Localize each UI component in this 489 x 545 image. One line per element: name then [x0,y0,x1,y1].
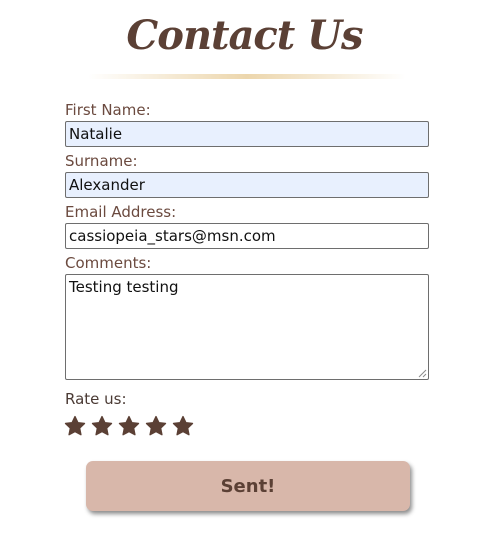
resize-grip-icon[interactable] [418,369,427,378]
comments-label: Comments: [65,254,152,272]
star-rating[interactable] [64,415,194,439]
rating-label: Rate us: [65,390,127,408]
star-icon[interactable] [118,415,140,437]
first-name-label: First Name: [65,101,151,119]
star-icon[interactable] [64,415,86,437]
email-field[interactable]: cassiopeia_stars@msn.com [65,223,429,249]
star-icon[interactable] [172,415,194,437]
page-title: Contact Us [126,12,363,59]
first-name-field[interactable]: Natalie [65,121,429,147]
email-label: Email Address: [65,203,177,221]
surname-field[interactable]: Alexander [65,172,429,198]
comments-text: Testing testing [69,278,179,296]
star-icon[interactable] [145,415,167,437]
title-divider [88,74,406,79]
contact-page: Contact Us First Name: Natalie Surname: … [0,0,489,545]
surname-label: Surname: [65,152,138,170]
star-icon[interactable] [91,415,113,437]
comments-textarea[interactable]: Testing testing [65,274,429,380]
sent-button[interactable]: Sent! [86,461,410,511]
